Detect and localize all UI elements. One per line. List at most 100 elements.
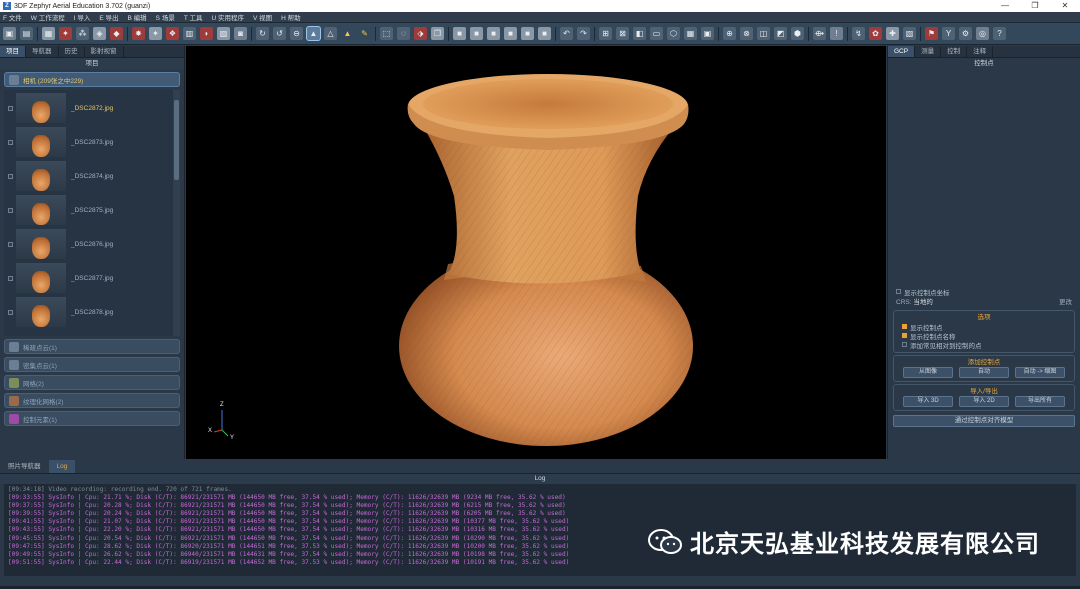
tab-gcp[interactable]: GCP [888, 46, 916, 57]
orbit-icon[interactable]: ↻ [256, 27, 269, 40]
poly-select-icon[interactable]: ⬡ [667, 27, 680, 40]
redo-icon[interactable]: ↷ [577, 27, 590, 40]
light-icon[interactable]: ▲ [341, 27, 354, 40]
camera-thumbnail[interactable]: _DSC2877.jpg [8, 262, 174, 294]
copy-icon[interactable]: ▨ [217, 27, 230, 40]
tab-navigator[interactable]: 导航器 [26, 46, 59, 57]
align-icon[interactable]: ⟴ [813, 27, 826, 40]
menu-export[interactable]: E 导出 [99, 12, 118, 22]
auto-button[interactable]: 自动 [959, 367, 1009, 378]
filter-icon[interactable]: ❖ [166, 27, 179, 40]
settings-icon[interactable]: ⚙ [959, 27, 972, 40]
info-icon[interactable]: ǃ [830, 27, 843, 40]
tab-control[interactable]: 控制 [941, 46, 968, 57]
camera-thumbnail[interactable]: _DSC2872.jpg [8, 92, 174, 124]
tool-icon[interactable]: Y [942, 27, 955, 40]
tab-annotation[interactable]: 注释 [967, 46, 994, 57]
camera-checkbox[interactable] [8, 139, 13, 145]
cameras-section[interactable]: 相机 (209张之中229) [4, 72, 180, 87]
menu-import[interactable]: I 导入 [74, 12, 91, 22]
sparse-cloud-icon[interactable]: ✦ [59, 27, 72, 40]
camera-checkbox[interactable] [8, 207, 13, 213]
point-mode-icon[interactable]: ▲ [306, 26, 321, 41]
grid-select-icon[interactable]: ▦ [684, 27, 697, 40]
checkbox-box[interactable] [902, 324, 907, 329]
selection-box-icon[interactable]: ⬚ [380, 27, 393, 40]
auto-thumbnail-button[interactable]: 自动 -> 缩图 [1015, 367, 1065, 378]
tab-project[interactable]: 项目 [0, 46, 26, 57]
3d-viewport[interactable]: Z X Y [186, 46, 886, 459]
camera-thumbnail[interactable]: _DSC2874.jpg [8, 160, 174, 192]
menu-edit[interactable]: B 编辑 [128, 12, 147, 22]
checkbox-box[interactable] [896, 289, 901, 294]
deselect-icon[interactable]: ⊠ [616, 27, 629, 40]
draw-line-icon[interactable]: ↯ [852, 27, 865, 40]
checkbox-box[interactable] [902, 333, 907, 338]
bookmark-icon[interactable]: ◗ [200, 27, 213, 40]
camera-checkbox[interactable] [8, 241, 13, 247]
mesh-section[interactable]: 网格(2) [4, 375, 180, 390]
flag-icon[interactable]: ⚑ [925, 27, 938, 40]
menu-help[interactable]: H 帮助 [281, 12, 301, 22]
textured-mesh-section[interactable]: 纹理化网格(2) [4, 393, 180, 408]
tab-history[interactable]: 历史 [59, 46, 85, 57]
view-back-icon[interactable]: ■ [470, 27, 483, 40]
menu-tools[interactable]: T 工具 [184, 12, 203, 22]
menu-scene[interactable]: S 场景 [156, 12, 175, 22]
close-button[interactable]: ✕ [1050, 0, 1080, 12]
wireframe-mode-icon[interactable]: △ [324, 27, 337, 40]
camera-thumbnail[interactable]: _DSC2873.jpg [8, 126, 174, 158]
control-points-list[interactable] [888, 69, 1080, 287]
area-icon[interactable]: ◫ [757, 27, 770, 40]
export-all-button[interactable]: 导出所有 [1015, 396, 1065, 407]
select-points-icon[interactable]: ✦ [149, 27, 162, 40]
crs-change-button[interactable]: 更改 [1059, 298, 1072, 308]
pan-icon[interactable]: ⊖ [290, 27, 303, 40]
color-picker-icon[interactable]: ✚ [886, 27, 899, 40]
invert-selection-icon[interactable]: ◧ [633, 27, 646, 40]
thumbnail-scrollbar[interactable] [173, 90, 180, 336]
help-icon[interactable]: ? [993, 27, 1006, 40]
camera-icon[interactable]: ◙ [234, 27, 247, 40]
view-left-icon[interactable]: ■ [487, 27, 500, 40]
dense-cloud-icon[interactable]: ⁂ [76, 27, 89, 40]
frame-select-icon[interactable]: ▣ [701, 27, 714, 40]
volume-icon[interactable]: ◩ [774, 27, 787, 40]
maximize-button[interactable]: ❐ [1020, 0, 1050, 12]
delete-points-icon[interactable]: ✸ [132, 27, 145, 40]
hexagon-icon[interactable]: ⬢ [791, 27, 804, 40]
camera-thumbnail[interactable]: _DSC2876.jpg [8, 228, 174, 260]
grid-icon[interactable]: ▦ [42, 27, 55, 40]
paint-icon[interactable]: ✿ [869, 27, 882, 40]
option-add-relative[interactable]: 添加常见相对到控制的点 [902, 340, 1074, 350]
tab-projection[interactable]: 影射视窗 [85, 46, 124, 57]
align-model-button[interactable]: 通过控制点对齐模型 [893, 415, 1075, 427]
vr-icon[interactable]: ◎ [976, 27, 989, 40]
selection-lasso-icon[interactable]: ◌ [397, 27, 410, 40]
new-project-icon[interactable]: ▣ [3, 27, 16, 40]
cube-icon[interactable]: ❒ [431, 27, 444, 40]
camera-thumbnail[interactable]: _DSC2878.jpg [8, 296, 174, 328]
import-3d-button[interactable]: 导入 3D [903, 396, 953, 407]
tab-measure[interactable]: 测量 [915, 46, 942, 57]
rect-select-icon[interactable]: ▭ [650, 27, 663, 40]
scrollbar-thumb[interactable] [174, 100, 179, 180]
control-elements-section[interactable]: 控制元素(1) [4, 411, 180, 426]
tab-log[interactable]: Log [48, 460, 76, 473]
show-points-checkbox[interactable]: 显示控制点坐标 [896, 287, 1080, 297]
undo-icon[interactable]: ↶ [560, 27, 573, 40]
ruler-icon[interactable]: ⊗ [740, 27, 753, 40]
mesh-icon[interactable]: ◈ [93, 27, 106, 40]
view-top-icon[interactable]: ■ [521, 27, 534, 40]
textured-mesh-icon[interactable]: ◆ [110, 27, 123, 40]
layers-icon[interactable]: ▥ [183, 27, 196, 40]
dense-cloud-section[interactable]: 密集点云(1) [4, 357, 180, 372]
menu-file[interactable]: F 文件 [3, 12, 22, 22]
camera-checkbox[interactable] [8, 105, 13, 111]
minimize-button[interactable]: — [990, 0, 1020, 12]
tab-photo-navigator[interactable]: 照片导航器 [0, 460, 49, 473]
sparse-cloud-section[interactable]: 稀疏点云(1) [4, 339, 180, 354]
open-project-icon[interactable]: ▤ [20, 27, 33, 40]
rotate-icon[interactable]: ↺ [273, 27, 286, 40]
menu-workflow[interactable]: W 工作流程 [31, 12, 65, 22]
